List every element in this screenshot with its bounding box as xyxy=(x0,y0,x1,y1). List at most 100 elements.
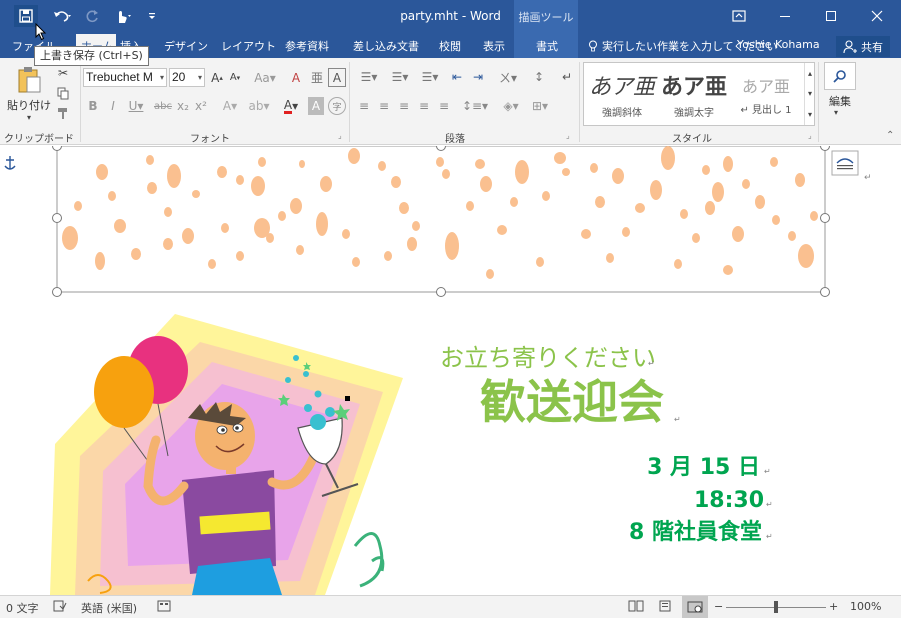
tab-references[interactable]: 参考資料 xyxy=(285,38,329,54)
styles-more-icon[interactable]: ▾ xyxy=(804,103,815,125)
group-separator xyxy=(349,62,350,142)
styles-gallery[interactable]: あア亜 強調斜体 あア亜 強調太字 あア亜 ↵ 見出し 1 ▴ ▾ ▾ xyxy=(583,62,815,126)
share-button[interactable]: 共有 xyxy=(836,36,890,57)
decrease-indent-icon[interactable]: ⇤ xyxy=(448,68,466,86)
layout-options-icon[interactable] xyxy=(831,150,859,176)
enclose-characters-icon[interactable]: 字 xyxy=(328,97,346,115)
proofing-icon[interactable] xyxy=(53,600,67,615)
align-right-icon[interactable]: ≡ xyxy=(395,97,413,115)
tab-mailings[interactable]: 差し込み文書 xyxy=(353,38,419,54)
increase-indent-icon[interactable]: ⇥ xyxy=(469,68,487,86)
zoom-slider[interactable] xyxy=(726,601,826,613)
character-border-icon[interactable]: A xyxy=(328,68,346,87)
justify-icon[interactable]: ≡ xyxy=(415,97,433,115)
dots-shape[interactable] xyxy=(52,146,830,297)
tab-review[interactable]: 校閲 xyxy=(439,38,461,54)
sort-icon[interactable]: ↕ xyxy=(530,68,548,86)
decorative-dot xyxy=(702,165,710,175)
word-count[interactable]: 0 文字 xyxy=(6,600,39,616)
highlight-icon[interactable]: ab▾ xyxy=(246,97,272,115)
tab-format[interactable]: 書式 xyxy=(536,38,558,54)
paragraph-launcher-icon[interactable]: ⌟ xyxy=(566,131,570,140)
line-spacing-icon[interactable]: ↕≡▾ xyxy=(462,97,488,115)
chevron-down-icon: ▾ xyxy=(26,112,31,122)
font-size-box[interactable]: 20 ▾ xyxy=(169,68,205,87)
resize-handle[interactable] xyxy=(820,287,830,297)
distributed-icon[interactable]: ≡ xyxy=(435,97,453,115)
styles-launcher-icon[interactable]: ⌟ xyxy=(808,131,812,140)
font-name-box[interactable]: Trebuchet M ▾ xyxy=(83,68,167,87)
print-layout-icon[interactable] xyxy=(657,600,673,615)
asian-layout-icon[interactable]: ㄨ▾ xyxy=(496,68,520,86)
zoom-level[interactable]: 100% xyxy=(850,600,881,613)
read-mode-icon[interactable] xyxy=(628,600,644,615)
user-name[interactable]: Yoshie Kohama xyxy=(737,38,820,51)
ribbon-display-options-icon[interactable] xyxy=(716,0,762,32)
style-heading-1[interactable]: あア亜 ↵ 見出し 1 xyxy=(732,65,800,123)
resize-handle[interactable] xyxy=(820,213,830,223)
align-left-icon[interactable]: ≡ xyxy=(355,97,373,115)
resize-handle[interactable] xyxy=(52,213,62,223)
text-effects-icon[interactable]: A▾ xyxy=(218,97,242,115)
resize-handle[interactable] xyxy=(52,287,62,297)
shrink-font-icon[interactable]: A ▾ xyxy=(227,68,243,87)
clear-formatting-icon[interactable]: A xyxy=(287,68,305,87)
decorative-dot xyxy=(378,161,386,171)
ribbon-home: 貼り付け ▾ ✂ クリップボード ⌟ Trebuchet M ▾ 20 ▾ A ▴ A… xyxy=(0,58,901,145)
clipboard-launcher-icon[interactable]: ⌟ xyxy=(68,131,72,140)
show-formatting-marks-icon[interactable]: ↵ xyxy=(558,68,576,86)
chevron-down-icon: ▾ xyxy=(834,108,839,117)
zoom-out-icon[interactable]: − xyxy=(714,600,723,613)
decorative-dot xyxy=(436,157,444,167)
minimize-icon[interactable] xyxy=(762,0,808,32)
zoom-slider-thumb[interactable] xyxy=(774,601,778,613)
language-indicator[interactable]: 英語 (米国) xyxy=(81,600,137,616)
share-person-icon xyxy=(843,39,857,53)
resize-handle[interactable] xyxy=(52,146,62,151)
cut-icon[interactable]: ✂ xyxy=(54,64,72,82)
phonetic-guide-icon[interactable]: 亜 xyxy=(308,68,326,87)
invitation-subtitle: お立ち寄りください xyxy=(440,344,656,372)
collapse-ribbon-icon[interactable]: ⌃ xyxy=(886,130,894,141)
close-icon[interactable] xyxy=(854,0,900,32)
style-emphasis[interactable]: あア亜 強調斜体 xyxy=(588,65,656,123)
resize-handle[interactable] xyxy=(436,287,446,297)
copy-icon[interactable] xyxy=(54,84,72,102)
web-layout-icon[interactable] xyxy=(682,596,708,618)
editing-label[interactable]: 編集 xyxy=(824,94,856,108)
multilevel-list-icon[interactable]: ☰▾ xyxy=(416,68,444,86)
resize-handle[interactable] xyxy=(820,146,830,151)
zoom-in-icon[interactable]: + xyxy=(829,600,838,613)
tab-view[interactable]: 表示 xyxy=(483,38,505,54)
paste-button[interactable]: 貼り付け ▾ xyxy=(6,62,52,124)
subscript-icon[interactable]: x₂ xyxy=(175,97,191,115)
styles-scroll-down-icon[interactable]: ▾ xyxy=(804,83,815,103)
resize-handle[interactable] xyxy=(436,146,446,151)
format-painter-icon[interactable] xyxy=(54,104,72,122)
character-shading-icon[interactable]: A xyxy=(308,97,324,115)
decorative-dot xyxy=(772,215,780,225)
strikethrough-icon[interactable]: abc xyxy=(153,97,173,115)
superscript-icon[interactable]: x² xyxy=(193,97,209,115)
font-color-icon[interactable]: A ▾ xyxy=(278,97,304,115)
bullets-icon[interactable]: ☰▾ xyxy=(355,68,383,86)
tab-design[interactable]: デザイン xyxy=(164,38,208,54)
document-area[interactable]: ↵ お立ち寄りください ↵ 歓送迎会 ↵ 3 月 15 日 ↵ 18:30 ↵ … xyxy=(0,146,901,595)
tab-layout[interactable]: レイアウト xyxy=(221,38,276,54)
underline-icon[interactable]: U▾ xyxy=(124,97,148,115)
decorative-dot xyxy=(299,160,305,168)
find-icon[interactable] xyxy=(824,62,856,90)
numbering-icon[interactable]: ☰▾ xyxy=(386,68,414,86)
bold-icon[interactable]: B xyxy=(85,97,101,115)
change-case-icon[interactable]: Aa▾ xyxy=(252,68,278,87)
grow-font-icon[interactable]: A ▴ xyxy=(209,68,225,87)
borders-icon[interactable]: ⊞▾ xyxy=(527,97,553,115)
macro-recording-icon[interactable] xyxy=(157,600,171,615)
font-launcher-icon[interactable]: ⌟ xyxy=(338,131,342,140)
italic-icon[interactable]: I xyxy=(105,97,121,115)
style-strong[interactable]: あア亜 強調太字 xyxy=(660,65,728,123)
styles-scroll-up-icon[interactable]: ▴ xyxy=(804,63,815,83)
maximize-icon[interactable] xyxy=(808,0,854,32)
shading-icon[interactable]: ◈▾ xyxy=(498,97,524,115)
align-center-icon[interactable]: ≡ xyxy=(375,97,393,115)
